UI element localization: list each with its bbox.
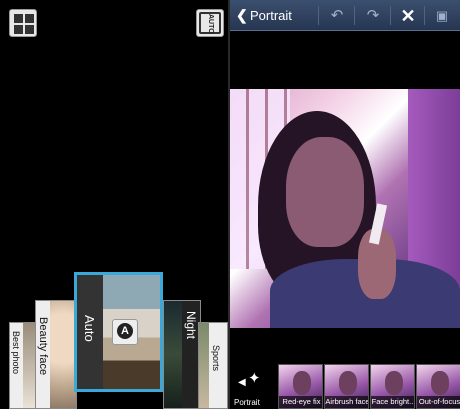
mode-label-auto: Auto (82, 315, 97, 342)
effects-bar: ◀ ✦ Portrait Red-eye fix Airbrush face F… (230, 362, 460, 409)
auto-mode-badge-icon: A (112, 319, 138, 345)
chevron-left-icon[interactable]: ❮ (236, 8, 250, 22)
camera-mode-panel: AUTO Best photo Beauty face Night Sports (0, 0, 228, 409)
effect-label: Face bright... (371, 396, 415, 408)
effect-airbrush-face[interactable]: Airbrush face (324, 364, 369, 409)
editor-toolbar: ❮ Portrait ↶ ↷ ✕ ▣ (230, 0, 460, 31)
auto-mode-button[interactable]: AUTO (196, 9, 224, 37)
effect-face-brightener[interactable]: Face bright... (370, 364, 415, 409)
mode-card-night[interactable]: Night (163, 300, 201, 409)
mode-card-sports[interactable]: Sports (198, 322, 228, 409)
effect-label: Red-eye fix (279, 396, 322, 408)
mode-label-best-photo: Best photo (11, 331, 21, 375)
portrait-mode-button[interactable]: ◀ ✦ Portrait (234, 365, 272, 409)
undo-icon[interactable]: ↶ (327, 6, 347, 26)
effect-label: Airbrush face (325, 396, 369, 408)
toolbar-separator (318, 6, 319, 25)
photo-editor-panel: ❮ Portrait ↶ ↷ ✕ ▣ ◀ ✦ Portrait Red-eye … (230, 0, 460, 409)
save-icon[interactable]: ▣ (432, 6, 452, 26)
mode-card-beauty-face[interactable]: Beauty face (35, 300, 77, 409)
edited-photo[interactable] (230, 89, 460, 328)
magic-wand-icon: ✦ (248, 370, 261, 387)
close-icon[interactable]: ✕ (398, 6, 418, 26)
redo-icon[interactable]: ↷ (363, 6, 383, 26)
auto-mode-icon: AUTO (199, 12, 221, 34)
toolbar-separator (424, 6, 425, 25)
portrait-mode-label: Portrait (234, 398, 260, 407)
chevron-left-small-icon: ◀ (238, 377, 246, 388)
mode-label-night: Night (184, 311, 198, 340)
effect-label: Out-of-focus (417, 396, 460, 408)
toolbar-separator (390, 6, 391, 25)
mode-label-sports: Sports (211, 345, 221, 372)
mode-card-auto[interactable]: Auto A (74, 272, 163, 392)
page-title: Portrait (250, 8, 292, 23)
mode-label-beauty-face: Beauty face (37, 317, 49, 376)
effect-out-of-focus[interactable]: Out-of-focus (416, 364, 460, 409)
effect-red-eye-fix[interactable]: Red-eye fix (278, 364, 323, 409)
toolbar-separator (354, 6, 355, 25)
screen: AUTO Best photo Beauty face Night Sports (0, 0, 460, 409)
grid-button[interactable] (9, 9, 37, 37)
